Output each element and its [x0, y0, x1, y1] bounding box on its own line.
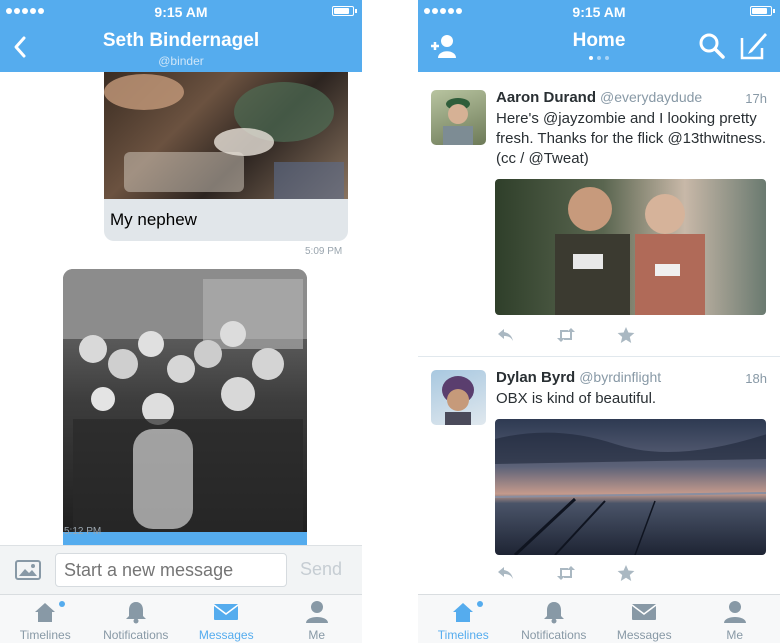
tweet-photo-image: [555, 187, 705, 315]
home-header: Home: [418, 22, 780, 72]
home-icon: [453, 603, 474, 622]
tab-me[interactable]: Me: [690, 595, 780, 643]
author-name: Dylan Byrd: [496, 369, 576, 386]
status-bar: 9:15 AM: [418, 0, 780, 22]
reply-icon[interactable]: [496, 326, 516, 344]
tab-label: Timelines: [437, 628, 489, 642]
tweet-avatar[interactable]: [431, 370, 486, 425]
avatar-image: [442, 376, 474, 425]
unread-dot: [59, 601, 65, 607]
received-photo-image: [63, 269, 307, 532]
tweet-photo[interactable]: [495, 179, 766, 315]
photo-icon[interactable]: [15, 559, 41, 581]
message-input[interactable]: [55, 553, 287, 587]
received-timestamp: 5:12 PM: [64, 526, 102, 537]
timeline-feed[interactable]: Aaron Durand @everydaydude 17h Here's @ja…: [418, 72, 780, 594]
received-photo[interactable]: [63, 269, 307, 532]
tab-timelines[interactable]: Timelines: [0, 595, 91, 643]
compose-icon[interactable]: [738, 30, 770, 62]
sent-photo[interactable]: [104, 72, 348, 200]
tab-bar: Timelines Notifications Messages Me: [0, 594, 362, 643]
message-composer: Send: [0, 545, 362, 594]
battery-fill: [752, 8, 768, 14]
favorite-icon[interactable]: [616, 564, 636, 582]
tab-notifications[interactable]: Notifications: [509, 595, 600, 643]
status-bar: 9:15 AM: [0, 0, 362, 22]
author-handle: @byrdinflight: [579, 369, 662, 385]
conversation-header: Seth Bindernagel @binder: [0, 22, 362, 72]
tab-messages[interactable]: Messages: [599, 595, 690, 643]
status-time: 9:15 AM: [154, 4, 208, 20]
bell-icon: [543, 602, 564, 624]
battery-fill: [334, 8, 350, 14]
tab-notifications[interactable]: Notifications: [91, 595, 182, 643]
tab-label: Messages: [616, 628, 672, 642]
tab-label: Notifications: [521, 628, 587, 642]
favorite-icon[interactable]: [616, 326, 636, 344]
bell-icon: [125, 602, 146, 624]
tab-me[interactable]: Me: [272, 595, 363, 643]
person-icon: [723, 601, 746, 623]
tab-label: Me: [726, 628, 744, 642]
avatar-image: [443, 98, 473, 145]
tab-bar: Timelines Notifications Messages Me: [418, 594, 780, 643]
author-name: Aaron Durand: [496, 89, 597, 106]
send-button[interactable]: Send: [300, 559, 342, 580]
sent-photo-image: [104, 74, 344, 200]
conversation-handle: @binder: [158, 54, 204, 68]
tab-label: Timelines: [19, 628, 71, 642]
sent-message-bubble[interactable]: My nephew: [104, 199, 348, 241]
home-screen: 9:15 AM Home Aaron Durand @everydaydude 1…: [418, 0, 780, 643]
tab-messages[interactable]: Messages: [181, 595, 272, 643]
tab-label: Notifications: [103, 628, 169, 642]
tweet-actions: [496, 326, 636, 344]
messages-screen: 9:15 AM Seth Bindernagel @binder My neph…: [0, 0, 362, 643]
tweet-photo[interactable]: [495, 419, 766, 555]
tweet-text: Here's @jayzombie and I looking pretty f…: [496, 110, 767, 167]
home-icon: [35, 603, 56, 622]
tweet-avatar[interactable]: [431, 90, 486, 145]
tab-timelines[interactable]: Timelines: [418, 595, 509, 643]
retweet-icon[interactable]: [556, 326, 576, 344]
author-handle: @everydaydude: [600, 89, 703, 105]
tab-label: Me: [308, 628, 326, 642]
tweet-actions: [496, 564, 636, 582]
person-icon: [305, 601, 328, 623]
tweet-photo-image: [495, 432, 766, 555]
battery-icon: [332, 6, 357, 16]
status-time: 9:15 AM: [572, 4, 626, 20]
sent-timestamp: 5:09 PM: [305, 246, 343, 257]
conversation-title: Seth Bindernagel: [102, 30, 260, 51]
message-thread[interactable]: My nephew 5:09 PM Happy: [0, 72, 362, 595]
unread-dot: [477, 601, 483, 607]
reply-icon[interactable]: [496, 564, 516, 582]
envelope-icon: [213, 604, 239, 620]
tweet-text: OBX is kind of beautiful.: [496, 390, 657, 407]
retweet-icon[interactable]: [556, 564, 576, 582]
tab-label: Messages: [198, 628, 254, 642]
envelope-icon: [631, 604, 657, 620]
tweet-time: 17h: [745, 91, 767, 106]
sent-message-text: My nephew: [110, 210, 197, 229]
tweet[interactable]: Dylan Byrd @byrdinflight 18h OBX is kind …: [418, 357, 780, 597]
search-icon[interactable]: [696, 30, 728, 62]
tweet-author[interactable]: Aaron Durand @everydaydude: [496, 89, 702, 106]
tweet[interactable]: Aaron Durand @everydaydude 17h Here's @ja…: [418, 72, 780, 352]
tweet-time: 18h: [745, 371, 767, 386]
tweet-author[interactable]: Dylan Byrd @byrdinflight: [496, 369, 661, 386]
battery-icon: [750, 6, 775, 16]
